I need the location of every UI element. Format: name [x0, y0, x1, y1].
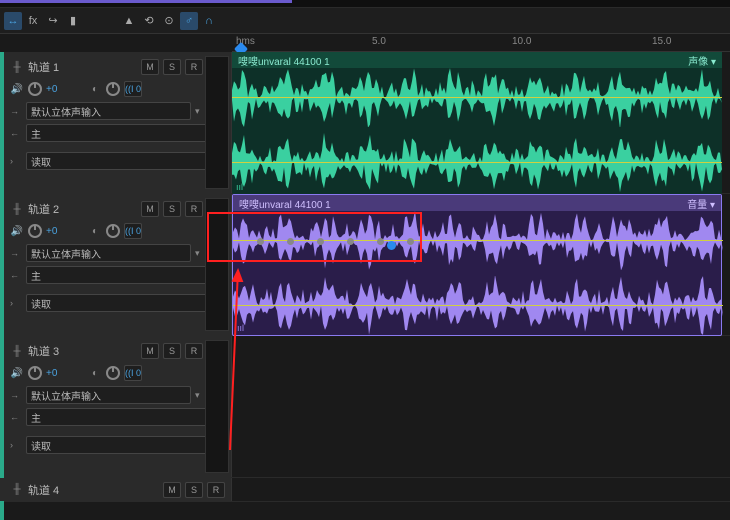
mute-button[interactable]: M: [141, 343, 159, 359]
ruler-mark: 5.0: [372, 36, 386, 47]
track-name[interactable]: 轨道 4: [28, 482, 159, 498]
track-lane[interactable]: [232, 336, 730, 477]
output-arrow-icon[interactable]: ←: [10, 270, 22, 280]
output-select[interactable]: 主: [26, 408, 209, 426]
clip-mode-select[interactable]: 声像 ▾: [688, 53, 716, 68]
pan-knob[interactable]: [106, 82, 120, 96]
solo-button[interactable]: S: [163, 59, 181, 75]
tool-target-icon[interactable]: ⊙: [160, 12, 178, 30]
expand-icon[interactable]: ›: [10, 440, 22, 450]
tool-headphone-icon[interactable]: ∩: [200, 12, 218, 30]
clip-label: 嗖嗖unvaral 44100 1: [239, 196, 331, 211]
input-arrow-icon[interactable]: →: [10, 106, 22, 116]
vol-icon: 🔊: [10, 84, 24, 95]
keyframe[interactable]: [377, 238, 384, 245]
volume-knob[interactable]: [28, 366, 42, 380]
track-handle-icon[interactable]: ╫: [10, 346, 24, 357]
mute-button[interactable]: M: [163, 482, 181, 498]
track-lane[interactable]: [232, 478, 730, 501]
tool-fx-icon[interactable]: fx: [24, 12, 42, 30]
track-lane[interactable]: 嗖嗖unvaral 44100 1 音量 ▾ ııl: [232, 194, 730, 335]
meter-icon: ııl: [237, 323, 244, 333]
audio-clip[interactable]: 嗖嗖unvaral 44100 1 音量 ▾ ııl: [232, 194, 722, 336]
track-name[interactable]: 轨道 2: [28, 201, 137, 217]
level-meter: [205, 56, 229, 189]
volume-value: +0: [46, 226, 62, 237]
pan-icon: ◐: [88, 368, 102, 379]
track-name[interactable]: 轨道 1: [28, 59, 137, 75]
tool-swap-icon[interactable]: ↔: [4, 12, 22, 30]
tool-eq-icon[interactable]: ▮: [64, 12, 82, 30]
output-select[interactable]: 主: [26, 266, 209, 284]
timeline-ruler[interactable]: hms 5.0 10.0 15.0: [232, 34, 730, 52]
volume-value: +0: [46, 84, 62, 95]
record-button[interactable]: R: [185, 59, 203, 75]
expand-icon[interactable]: ›: [10, 156, 22, 166]
clip-label: 嗖嗖unvaral 44100 1: [238, 53, 330, 68]
track-header: ╫ 轨道 2 M S R I 🔊 +0 ◐ ((I 0→ 默认立体声输入 ▾ ←…: [0, 194, 232, 335]
vol-icon: 🔊: [10, 226, 24, 237]
automation-mode-select[interactable]: 读取: [26, 436, 209, 454]
ruler-mark: 10.0: [512, 36, 531, 47]
solo-button[interactable]: S: [185, 482, 203, 498]
output-arrow-icon[interactable]: ←: [10, 412, 22, 422]
pan-knob[interactable]: [106, 366, 120, 380]
track-header: ╫ 轨道 4 M S R: [0, 478, 232, 501]
record-button[interactable]: R: [207, 482, 225, 498]
input-arrow-icon[interactable]: →: [10, 248, 22, 258]
tool-loop-icon[interactable]: ⟲: [140, 12, 158, 30]
expand-icon[interactable]: ›: [10, 298, 22, 308]
pan-icon: ◐: [88, 84, 102, 95]
keyframe[interactable]: [257, 238, 264, 245]
keyframe[interactable]: [407, 238, 414, 245]
track-handle-icon[interactable]: ╫: [10, 62, 24, 73]
mute-button[interactable]: M: [141, 59, 159, 75]
track-lane[interactable]: 嗖嗖unvaral 44100 1 声像 ▾ ııl: [232, 52, 730, 193]
record-button[interactable]: R: [185, 343, 203, 359]
output-arrow-icon[interactable]: ←: [10, 128, 22, 138]
volume-knob[interactable]: [28, 82, 42, 96]
pan-knob[interactable]: [106, 224, 120, 238]
keyframe[interactable]: [347, 238, 354, 245]
automation-mode-select[interactable]: 读取: [26, 294, 209, 312]
tool-snap-icon[interactable]: ♂: [180, 12, 198, 30]
tool-send-icon[interactable]: ↪: [44, 12, 62, 30]
pan-icon: ◐: [88, 226, 102, 237]
pan-value: ((I 0: [124, 81, 142, 97]
keyframe-active[interactable]: [387, 241, 396, 250]
output-select[interactable]: 主: [26, 124, 209, 142]
solo-button[interactable]: S: [163, 201, 181, 217]
solo-button[interactable]: S: [163, 343, 181, 359]
tool-metronome-icon[interactable]: ▲: [120, 12, 138, 30]
ruler-mark: 15.0: [652, 36, 671, 47]
keyframe[interactable]: [317, 238, 324, 245]
input-select[interactable]: 默认立体声输入: [26, 244, 191, 262]
volume-knob[interactable]: [28, 224, 42, 238]
vol-icon: 🔊: [10, 368, 24, 379]
meter-icon: ııl: [236, 182, 243, 192]
keyframe[interactable]: [287, 238, 294, 245]
automation-mode-select[interactable]: 读取: [26, 152, 209, 170]
pan-value: ((I 0: [124, 223, 142, 239]
track-header: ╫ 轨道 3 M S R I 🔊 +0 ◐ ((I 0→ 默认立体声输入 ▾ ←…: [0, 336, 232, 477]
audio-clip[interactable]: 嗖嗖unvaral 44100 1 声像 ▾ ııl: [232, 52, 722, 194]
clip-mode-select[interactable]: 音量 ▾: [687, 196, 715, 211]
track-name[interactable]: 轨道 3: [28, 343, 137, 359]
track-handle-icon[interactable]: ╫: [10, 204, 24, 215]
pan-value: ((I 0: [124, 365, 142, 381]
input-select[interactable]: 默认立体声输入: [26, 102, 191, 120]
track-handle-icon[interactable]: ╫: [10, 484, 24, 495]
input-arrow-icon[interactable]: →: [10, 390, 22, 400]
level-meter: [205, 340, 229, 473]
record-button[interactable]: R: [185, 201, 203, 217]
level-meter: [205, 198, 229, 331]
toolbar: ↔ fx ↪ ▮ ▲ ⟲ ⊙ ♂ ∩: [0, 8, 730, 34]
mute-button[interactable]: M: [141, 201, 159, 217]
volume-value: +0: [46, 368, 62, 379]
input-select[interactable]: 默认立体声输入: [26, 386, 191, 404]
track-header: ╫ 轨道 1 M S R I 🔊 +0 ◐ ((I 0→ 默认立体声输入 ▾ ←…: [0, 52, 232, 193]
